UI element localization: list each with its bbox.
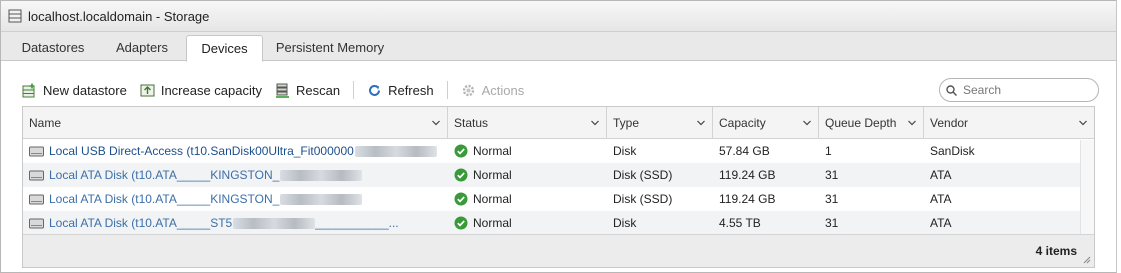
- table-header: Name Status Type Capacity Queue Depth Ve…: [23, 107, 1094, 139]
- status-text: Normal: [473, 192, 512, 206]
- increase-capacity-icon: [140, 84, 155, 96]
- check-circle-icon: [454, 192, 468, 206]
- chevron-down-icon[interactable]: [1078, 119, 1088, 127]
- redacted-text: [354, 146, 437, 158]
- queue-depth-cell: 1: [825, 144, 832, 158]
- column-header-name[interactable]: Name: [23, 107, 448, 138]
- capacity-cell: 119.24 GB: [719, 168, 776, 182]
- queue-depth-cell: 31: [825, 216, 839, 230]
- refresh-button[interactable]: Refresh: [367, 83, 434, 98]
- rescan-icon: [276, 83, 289, 98]
- disk-icon: [29, 170, 44, 180]
- table-row[interactable]: Local ATA Disk (t10.ATA_____KINGSTON_ No…: [23, 163, 1094, 187]
- window-title: localhost.localdomain - Storage: [28, 8, 210, 24]
- column-header-type[interactable]: Type: [607, 107, 713, 138]
- device-name-cell[interactable]: Local ATA Disk (t10.ATA_____KINGSTON_: [23, 163, 448, 187]
- vendor-cell: ATA: [930, 216, 952, 230]
- device-name-link[interactable]: Local ATA Disk (t10.ATA_____KINGSTON_: [49, 168, 363, 182]
- vertical-scrollbar[interactable]: [1080, 140, 1094, 235]
- check-circle-icon: [454, 144, 468, 158]
- search-icon: [946, 84, 957, 96]
- table-footer: 4 items: [23, 234, 1094, 267]
- table-row[interactable]: Local ATA Disk (t10.ATA_____ST5 _________…: [23, 211, 1094, 235]
- device-name-cell[interactable]: Local ATA Disk (t10.ATA_____ST5 _________…: [23, 211, 448, 235]
- capacity-cell: 57.84 GB: [719, 144, 770, 158]
- chevron-down-icon[interactable]: [696, 119, 706, 127]
- device-name-cell[interactable]: Local ATA Disk (t10.ATA_____KINGSTON_: [23, 187, 448, 211]
- window-titlebar: localhost.localdomain - Storage: [1, 1, 1116, 32]
- search-input[interactable]: [961, 82, 1091, 98]
- increase-capacity-label: Increase capacity: [160, 82, 262, 98]
- status-text: Normal: [473, 144, 512, 158]
- table-body: Local USB Direct-Access (t10.SanDisk00Ul…: [23, 139, 1094, 235]
- type-cell: Disk (SSD): [613, 192, 673, 206]
- tab-strip: Datastores Adapters Devices Persistent M…: [1, 32, 1116, 62]
- actions-button[interactable]: Actions: [461, 82, 525, 98]
- column-header-vendor[interactable]: Vendor: [924, 107, 1094, 138]
- device-name-link[interactable]: Local ATA Disk (t10.ATA_____ST5 _________…: [49, 216, 399, 230]
- chevron-down-icon[interactable]: [802, 119, 812, 127]
- column-header-status[interactable]: Status: [448, 107, 607, 138]
- device-name-link[interactable]: Local USB Direct-Access (t10.SanDisk00Ul…: [49, 144, 437, 158]
- refresh-label: Refresh: [388, 82, 434, 98]
- disk-icon: [29, 194, 44, 204]
- search-box[interactable]: [939, 78, 1099, 102]
- tab-persistent-memory[interactable]: Persistent Memory: [271, 35, 389, 61]
- queue-depth-cell: 31: [825, 192, 839, 206]
- toolbar-separator: [446, 81, 448, 99]
- capacity-cell: 4.55 TB: [719, 216, 761, 230]
- new-datastore-label: New datastore: [43, 82, 127, 98]
- increase-capacity-button[interactable]: Increase capacity: [140, 83, 262, 98]
- status-text: Normal: [473, 216, 512, 230]
- rescan-label: Rescan: [296, 82, 341, 98]
- redacted-text: [280, 170, 363, 182]
- status-cell: Normal: [448, 163, 607, 187]
- tab-adapters[interactable]: Adapters: [105, 35, 179, 61]
- resize-grip-icon[interactable]: [1083, 256, 1091, 264]
- refresh-icon: [369, 84, 381, 96]
- gear-icon: [462, 84, 474, 96]
- devices-table: Name Status Type Capacity Queue Depth Ve…: [22, 106, 1095, 268]
- check-circle-icon: [454, 168, 468, 182]
- column-header-queue-depth[interactable]: Queue Depth: [819, 107, 924, 138]
- check-circle-icon: [454, 216, 468, 230]
- disk-icon: [29, 218, 44, 228]
- capacity-cell: 119.24 GB: [719, 192, 776, 206]
- type-cell: Disk (SSD): [613, 168, 673, 182]
- tab-devices[interactable]: Devices: [186, 35, 263, 62]
- disk-icon: [29, 146, 44, 156]
- status-cell: Normal: [448, 211, 607, 235]
- redacted-text: [233, 218, 316, 230]
- item-count: 4 items: [1035, 244, 1077, 258]
- storage-icon: [8, 9, 22, 23]
- tab-datastores[interactable]: Datastores: [9, 35, 97, 61]
- redacted-text: [280, 194, 363, 206]
- actions-label: Actions: [481, 82, 525, 98]
- vendor-cell: SanDisk: [930, 144, 975, 158]
- new-datastore-icon: [22, 83, 35, 97]
- device-name-link[interactable]: Local ATA Disk (t10.ATA_____KINGSTON_: [49, 192, 363, 206]
- chevron-down-icon[interactable]: [431, 119, 441, 127]
- chevron-down-icon[interactable]: [590, 119, 600, 127]
- status-cell: Normal: [448, 187, 607, 211]
- devices-toolbar: New datastore Increase capacity Rescan R…: [22, 76, 1099, 104]
- status-cell: Normal: [448, 139, 607, 163]
- vendor-cell: ATA: [930, 168, 952, 182]
- new-datastore-button[interactable]: New datastore: [22, 83, 127, 98]
- table-row[interactable]: Local USB Direct-Access (t10.SanDisk00Ul…: [23, 139, 1094, 163]
- chevron-down-icon[interactable]: [907, 119, 917, 127]
- vendor-cell: ATA: [930, 192, 952, 206]
- type-cell: Disk: [613, 216, 637, 230]
- rescan-button[interactable]: Rescan: [275, 83, 340, 98]
- toolbar-separator: [353, 81, 355, 99]
- queue-depth-cell: 31: [825, 168, 839, 182]
- status-text: Normal: [473, 168, 512, 182]
- column-header-capacity[interactable]: Capacity: [713, 107, 819, 138]
- table-row[interactable]: Local ATA Disk (t10.ATA_____KINGSTON_ No…: [23, 187, 1094, 211]
- device-name-cell[interactable]: Local USB Direct-Access (t10.SanDisk00Ul…: [23, 139, 448, 163]
- type-cell: Disk: [613, 144, 637, 158]
